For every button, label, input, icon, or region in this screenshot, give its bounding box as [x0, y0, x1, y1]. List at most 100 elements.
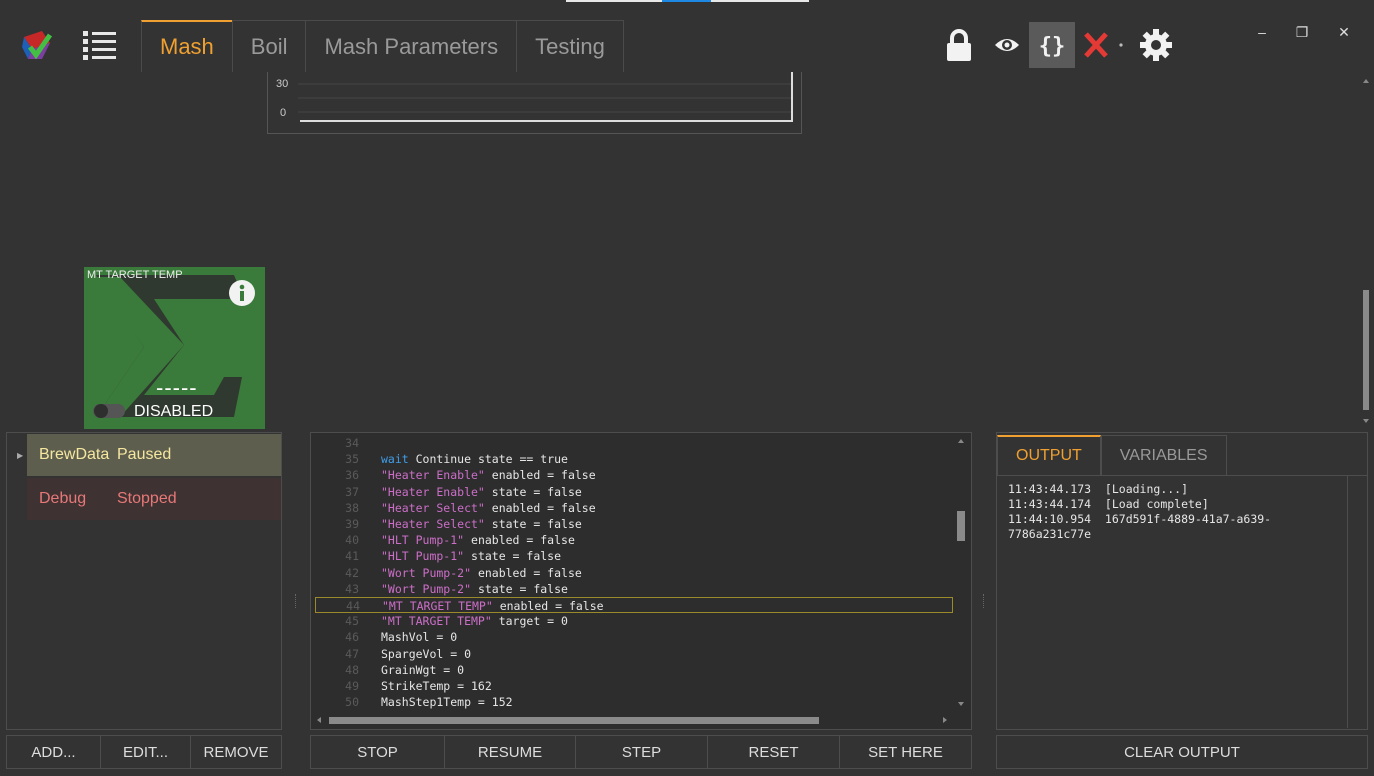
- code-token: StrikeTemp = 162: [381, 679, 492, 693]
- code-text: GrainWgt = 0: [381, 662, 464, 678]
- line-number: 41: [345, 549, 359, 564]
- step-button[interactable]: STEP: [575, 735, 708, 769]
- code-text: wait Continue state == true: [381, 451, 568, 467]
- reset-button[interactable]: RESET: [707, 735, 840, 769]
- code-text: "Heater Select" enabled = false: [381, 500, 596, 516]
- close-x-icon[interactable]: [1082, 22, 1126, 68]
- code-token: MashVol = 0: [381, 630, 458, 645]
- code-string: "Heater Enable": [381, 468, 485, 483]
- code-line[interactable]: 43 "Wort Pump-2" state = false: [311, 581, 953, 597]
- code-line[interactable]: 46 MashVol = 0: [311, 629, 953, 645]
- output-panel: OUTPUT VARIABLES 11:43:44.173 [Loading..…: [996, 432, 1368, 730]
- editor-vertical-scrollbar[interactable]: [951, 433, 971, 713]
- mt-target-temp-widget[interactable]: MT TARGET TEMP ----- DISABLED: [84, 267, 265, 429]
- code-text: "MT TARGET TEMP" enabled = false: [382, 598, 604, 614]
- script-row-debug[interactable]: Debug Stopped: [27, 478, 281, 520]
- splitter[interactable]: [295, 594, 297, 608]
- line-number: 44: [346, 599, 360, 613]
- code-text: "Heater Enable" state = false: [381, 484, 582, 500]
- edit-script-button[interactable]: EDIT...: [100, 735, 191, 769]
- line-number: 43: [345, 581, 359, 596]
- output-tabs: OUTPUT VARIABLES: [997, 435, 1227, 475]
- code-line[interactable]: 35 wait Continue state == true: [311, 451, 953, 467]
- splitter[interactable]: [983, 594, 985, 608]
- code-text: "Heater Select" state = false: [381, 516, 582, 532]
- main-scrollbar[interactable]: [1358, 72, 1374, 428]
- code-line[interactable]: 38 "Heater Select" enabled = false: [311, 500, 953, 516]
- scroll-up-icon[interactable]: [1358, 74, 1374, 90]
- scrollbar-thumb[interactable]: [1363, 290, 1369, 410]
- log-line: 11:43:44.173 [Loading...]: [1008, 482, 1189, 496]
- minimize-button[interactable]: –: [1248, 24, 1276, 44]
- code-line[interactable]: 48 GrainWgt = 0: [311, 662, 953, 678]
- tab-output[interactable]: OUTPUT: [997, 435, 1101, 475]
- output-scrollbar[interactable]: [1347, 476, 1367, 728]
- braces-icon[interactable]: {}: [1029, 22, 1075, 68]
- code-keyword: wait: [381, 452, 409, 467]
- tab-mash-parameters[interactable]: Mash Parameters: [305, 20, 518, 72]
- script-state: Paused: [117, 446, 172, 463]
- code-line[interactable]: 49 StrikeTemp = 162: [311, 678, 953, 694]
- tab-boil[interactable]: Boil: [231, 20, 307, 72]
- code-line[interactable]: 42 "Wort Pump-2" enabled = false: [311, 565, 953, 581]
- scroll-down-icon[interactable]: [1358, 412, 1374, 428]
- line-number: 34: [345, 436, 359, 450]
- line-number: 38: [345, 500, 359, 515]
- code-token: enabled = false: [471, 565, 582, 580]
- output-log[interactable]: 11:43:44.173 [Loading...] 11:43:44.174 […: [997, 475, 1367, 729]
- code-line[interactable]: 47 SpargeVol = 0: [311, 646, 953, 662]
- code-token: state = false: [484, 484, 582, 499]
- code-text: "HLT Pump-1" enabled = false: [381, 532, 575, 548]
- code-token: target = 0: [491, 614, 568, 629]
- menu-list-icon[interactable]: [80, 28, 118, 62]
- code-text: "MT TARGET TEMP" target = 0: [381, 613, 568, 629]
- code-line[interactable]: 36 "Heater Enable" enabled = false: [311, 467, 953, 483]
- code-line[interactable]: 50 MashStep1Temp = 152: [311, 694, 953, 710]
- resume-button[interactable]: RESUME: [444, 735, 576, 769]
- eye-icon[interactable]: [992, 22, 1022, 68]
- code-line[interactable]: 34: [311, 435, 953, 451]
- code-text: MashVol = 0: [381, 629, 457, 645]
- scrollbar-thumb[interactable]: [329, 717, 819, 724]
- scrollbar-thumb[interactable]: [957, 511, 965, 541]
- set-here-button[interactable]: SET HERE: [839, 735, 972, 769]
- line-number: 39: [345, 517, 359, 531]
- info-icon[interactable]: [228, 279, 256, 307]
- tab-variables[interactable]: VARIABLES: [1100, 435, 1227, 475]
- code-line[interactable]: 37 "Heater Enable" state = false: [311, 484, 953, 500]
- line-number: 48: [345, 662, 359, 677]
- code-token: MashStep1Temp = 152: [381, 695, 513, 710]
- tab-testing[interactable]: Testing: [516, 20, 624, 72]
- code-line-current[interactable]: 44 "MT TARGET TEMP" enabled = false: [315, 597, 953, 613]
- chart-plot-area: [298, 72, 793, 122]
- code-line[interactable]: 40 "HLT Pump-1" enabled = false: [311, 532, 953, 548]
- gear-icon[interactable]: [1138, 22, 1174, 68]
- main-tabs: Mash Boil Mash Parameters Testing: [141, 20, 624, 72]
- line-number: 47: [345, 646, 359, 661]
- enable-toggle[interactable]: [92, 402, 126, 420]
- code-token: enabled = false: [464, 533, 575, 548]
- expand-arrow-icon[interactable]: ▶: [17, 451, 23, 460]
- clear-output-button[interactable]: CLEAR OUTPUT: [996, 735, 1368, 769]
- code-string: "MT TARGET TEMP": [381, 614, 492, 629]
- remove-script-button[interactable]: REMOVE: [190, 735, 282, 769]
- editor-horizontal-scrollbar[interactable]: [311, 711, 953, 729]
- code-line[interactable]: 41 "HLT Pump-1" state = false: [311, 548, 953, 564]
- code-line[interactable]: 39 "Heater Select" state = false: [311, 516, 953, 532]
- code-line[interactable]: 45 "MT TARGET TEMP" target = 0: [311, 613, 953, 629]
- script-row-brewdata[interactable]: BrewData Paused: [27, 434, 281, 476]
- add-script-button[interactable]: ADD...: [6, 735, 101, 769]
- line-number: 49: [345, 679, 359, 693]
- lock-icon[interactable]: [944, 22, 974, 68]
- restore-button[interactable]: ❐: [1288, 24, 1316, 44]
- log-line: 7786a231c77e: [1008, 527, 1092, 541]
- widget-value: -----: [156, 375, 198, 400]
- stop-button[interactable]: STOP: [310, 735, 445, 769]
- tab-mash[interactable]: Mash: [141, 20, 233, 72]
- app-logo-icon: [22, 31, 53, 60]
- close-window-button[interactable]: ✕: [1330, 24, 1358, 44]
- code-token: enabled = false: [484, 500, 596, 515]
- script-editor[interactable]: 34 35 wait Continue state == true 36 "Heater…: [310, 432, 972, 730]
- code-string: "HLT Pump-1": [381, 533, 465, 548]
- code-string: "Heater Select": [381, 517, 485, 531]
